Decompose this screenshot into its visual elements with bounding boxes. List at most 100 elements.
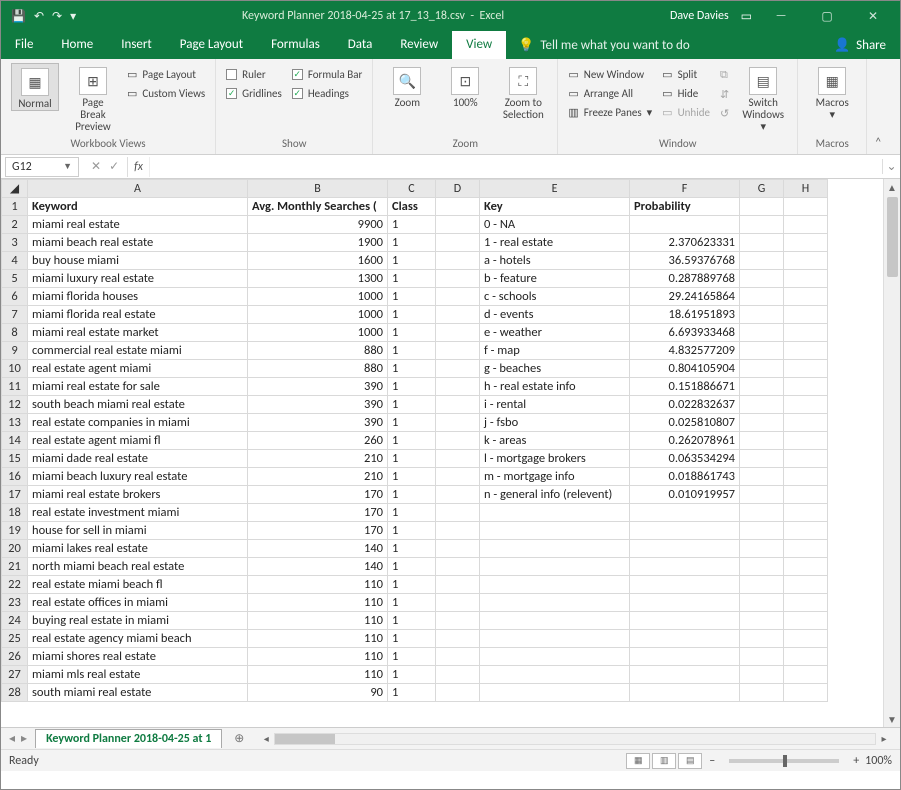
ribbon-display-icon[interactable]: ▭: [741, 9, 752, 24]
cell-G20[interactable]: [740, 540, 784, 558]
cell-A9[interactable]: commercial real estate miami: [28, 342, 248, 360]
cell-H25[interactable]: [784, 630, 828, 648]
cell-C24[interactable]: 1: [388, 612, 436, 630]
cell-F6[interactable]: 29.24165864: [630, 288, 740, 306]
cell-E14[interactable]: k - areas: [480, 432, 630, 450]
unhide-button[interactable]: ▭Unhide: [662, 105, 710, 120]
cell-H5[interactable]: [784, 270, 828, 288]
cell-F9[interactable]: 4.832577209: [630, 342, 740, 360]
page-break-preview-button[interactable]: ⊞ Page Break Preview: [69, 63, 117, 133]
cell-G23[interactable]: [740, 594, 784, 612]
page-layout-shortcut[interactable]: ▥: [652, 753, 676, 769]
cell-G21[interactable]: [740, 558, 784, 576]
cell-A8[interactable]: miami real estate market: [28, 324, 248, 342]
row-header-23[interactable]: 23: [2, 594, 28, 612]
cell-D26[interactable]: [436, 648, 480, 666]
cell-G28[interactable]: [740, 684, 784, 702]
row-header-16[interactable]: 16: [2, 468, 28, 486]
cell-E24[interactable]: [480, 612, 630, 630]
account-name[interactable]: Dave Davies: [670, 9, 729, 23]
zoom-button[interactable]: 🔍Zoom: [383, 63, 431, 109]
cell-G13[interactable]: [740, 414, 784, 432]
row-header-6[interactable]: 6: [2, 288, 28, 306]
cell-A6[interactable]: miami florida houses: [28, 288, 248, 306]
cell-A15[interactable]: miami dade real estate: [28, 450, 248, 468]
cell-B5[interactable]: 1300: [248, 270, 388, 288]
cell-F8[interactable]: 6.693933468: [630, 324, 740, 342]
cell-F16[interactable]: 0.018861743: [630, 468, 740, 486]
row-header-12[interactable]: 12: [2, 396, 28, 414]
cell-H26[interactable]: [784, 648, 828, 666]
column-header-G[interactable]: G: [740, 180, 784, 198]
cell-A20[interactable]: miami lakes real estate: [28, 540, 248, 558]
cell-B6[interactable]: 1000: [248, 288, 388, 306]
cell-E28[interactable]: [480, 684, 630, 702]
cell-G19[interactable]: [740, 522, 784, 540]
cell-C17[interactable]: 1: [388, 486, 436, 504]
cell-C12[interactable]: 1: [388, 396, 436, 414]
tab-review[interactable]: Review: [386, 31, 452, 59]
cell-E16[interactable]: m - mortgage info: [480, 468, 630, 486]
formula-bar-checkbox[interactable]: Formula Bar: [292, 67, 362, 82]
cell-H12[interactable]: [784, 396, 828, 414]
cell-H15[interactable]: [784, 450, 828, 468]
cell-E11[interactable]: h - real estate info: [480, 378, 630, 396]
cell-A13[interactable]: real estate companies in miami: [28, 414, 248, 432]
row-header-4[interactable]: 4: [2, 252, 28, 270]
cell-G6[interactable]: [740, 288, 784, 306]
zoom-to-selection-button[interactable]: ⛶Zoom to Selection: [499, 63, 547, 121]
cell-A11[interactable]: miami real estate for sale: [28, 378, 248, 396]
cell-F15[interactable]: 0.063534294: [630, 450, 740, 468]
column-header-E[interactable]: E: [480, 180, 630, 198]
cell-B16[interactable]: 210: [248, 468, 388, 486]
custom-views-button[interactable]: ▭Custom Views: [127, 86, 205, 101]
tab-data[interactable]: Data: [334, 31, 387, 59]
cell-H17[interactable]: [784, 486, 828, 504]
normal-view-button[interactable]: ▦ Normal: [11, 63, 59, 111]
column-header-H[interactable]: H: [784, 180, 828, 198]
page-break-shortcut[interactable]: ▤: [678, 753, 702, 769]
row-header-5[interactable]: 5: [2, 270, 28, 288]
cell-C26[interactable]: 1: [388, 648, 436, 666]
cell-D8[interactable]: [436, 324, 480, 342]
undo-icon[interactable]: ↶: [34, 9, 44, 24]
cell-E18[interactable]: [480, 504, 630, 522]
cell-E8[interactable]: e - weather: [480, 324, 630, 342]
cell-D17[interactable]: [436, 486, 480, 504]
cell-D7[interactable]: [436, 306, 480, 324]
cell-G11[interactable]: [740, 378, 784, 396]
cell-G22[interactable]: [740, 576, 784, 594]
cell-A16[interactable]: miami beach luxury real estate: [28, 468, 248, 486]
cell-G1[interactable]: [740, 198, 784, 216]
horizontal-scrollbar[interactable]: ◂ ▸: [258, 732, 892, 745]
cell-F12[interactable]: 0.022832637: [630, 396, 740, 414]
cell-H22[interactable]: [784, 576, 828, 594]
cell-G5[interactable]: [740, 270, 784, 288]
cell-A27[interactable]: miami mls real estate: [28, 666, 248, 684]
scroll-down-icon[interactable]: ▼: [887, 711, 897, 727]
cell-H6[interactable]: [784, 288, 828, 306]
cell-D10[interactable]: [436, 360, 480, 378]
cell-G3[interactable]: [740, 234, 784, 252]
cell-D14[interactable]: [436, 432, 480, 450]
cell-H20[interactable]: [784, 540, 828, 558]
row-header-8[interactable]: 8: [2, 324, 28, 342]
cell-D11[interactable]: [436, 378, 480, 396]
cell-E5[interactable]: b - feature: [480, 270, 630, 288]
cell-A4[interactable]: buy house miami: [28, 252, 248, 270]
cell-G15[interactable]: [740, 450, 784, 468]
zoom-level[interactable]: 100%: [865, 754, 892, 768]
row-header-2[interactable]: 2: [2, 216, 28, 234]
cell-A7[interactable]: miami florida real estate: [28, 306, 248, 324]
cell-G2[interactable]: [740, 216, 784, 234]
headings-checkbox[interactable]: Headings: [292, 86, 362, 101]
cell-A26[interactable]: miami shores real estate: [28, 648, 248, 666]
cell-B20[interactable]: 140: [248, 540, 388, 558]
cell-F25[interactable]: [630, 630, 740, 648]
scrollbar-thumb[interactable]: [887, 197, 898, 277]
expand-formula-bar-button[interactable]: ⌄: [882, 159, 900, 174]
column-header-D[interactable]: D: [436, 180, 480, 198]
cell-A12[interactable]: south beach miami real estate: [28, 396, 248, 414]
page-layout-button[interactable]: ▭Page Layout: [127, 67, 205, 82]
cell-H7[interactable]: [784, 306, 828, 324]
